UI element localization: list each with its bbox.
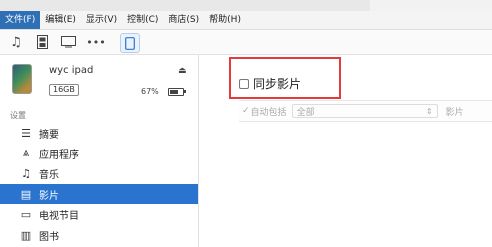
- film-icon[interactable]: [33, 33, 51, 51]
- auto-include-row: ✓ 自动包括 全部 ⇕ 影片: [239, 100, 492, 122]
- device-name: wyc ipad: [49, 65, 94, 76]
- movies-pane: 同步影片 ✓ 自动包括 全部 ⇕ 影片: [199, 55, 492, 247]
- sidebar-item-label: 图书: [39, 231, 59, 243]
- settings-section-label: 设置: [10, 111, 26, 120]
- menu-file[interactable]: 文件(F): [0, 11, 41, 29]
- auto-include-select[interactable]: 全部 ⇕: [291, 104, 438, 118]
- ipad-thumbnail: [12, 64, 32, 94]
- sidebar-item-movies[interactable]: ▤ 影片: [0, 184, 198, 204]
- menu-edit[interactable]: 编辑(E): [40, 11, 81, 29]
- music-note-icon[interactable]: ♫: [7, 33, 25, 51]
- sidebar-item-label: 音乐: [39, 169, 59, 181]
- menu-view[interactable]: 显示(V): [81, 11, 122, 29]
- apps-icon: ⩓: [22, 146, 30, 159]
- movies-suffix-label: 影片: [445, 107, 464, 118]
- sidebar-item-tv-shows[interactable]: ▭ 电视节目: [0, 204, 198, 224]
- sync-movies-row[interactable]: 同步影片: [239, 75, 301, 92]
- tv-icon[interactable]: [59, 33, 77, 51]
- auto-include-checkmark-icon[interactable]: ✓: [242, 106, 250, 116]
- menu-controls[interactable]: 控制(C): [122, 11, 163, 29]
- sidebar: wyc ipad 16GB ⏏ 67% 设置 ☰ 摘要 ⩓ 应用程序 ♫ 音乐 …: [0, 55, 199, 247]
- media-toolbar: ♫ •••: [0, 30, 492, 55]
- music-note-icon: ♫: [21, 166, 31, 180]
- sidebar-item-books[interactable]: ▥ 图书: [0, 225, 198, 245]
- sidebar-item-label: 电视节目: [39, 210, 79, 222]
- select-arrows-icon: ⇕: [425, 106, 433, 116]
- auto-include-value: 全部: [296, 107, 315, 118]
- sidebar-item-label: 影片: [39, 190, 59, 202]
- sync-movies-checkbox[interactable]: [239, 78, 249, 89]
- battery-fill: [170, 90, 179, 94]
- sidebar-item-label: 摘要: [39, 129, 59, 141]
- window-titlebar: [0, 0, 492, 11]
- sidebar-item-label: 应用程序: [39, 149, 79, 161]
- tv-icon: ▭: [20, 207, 32, 221]
- ipad-device-icon[interactable]: [120, 33, 140, 53]
- battery-percent: 67%: [141, 87, 159, 96]
- battery-icon: [168, 88, 184, 96]
- film-icon: ▤: [20, 187, 32, 201]
- menu-help[interactable]: 帮助(H): [204, 11, 246, 29]
- menu-bar: 文件(F) 编辑(E) 显示(V) 控制(C) 商店(S) 帮助(H): [0, 11, 492, 30]
- book-icon: ▥: [20, 228, 32, 242]
- menu-store[interactable]: 商店(S): [163, 11, 204, 29]
- sidebar-item-music[interactable]: ♫ 音乐: [0, 163, 198, 183]
- capacity-badge: 16GB: [49, 84, 79, 96]
- eject-icon[interactable]: ⏏: [178, 66, 187, 76]
- more-icon[interactable]: •••: [86, 33, 105, 51]
- device-summary[interactable]: wyc ipad 16GB ⏏ 67%: [8, 60, 194, 100]
- sync-movies-label[interactable]: 同步影片: [253, 75, 301, 92]
- summary-icon: ☰: [21, 126, 31, 140]
- titlebar-right-area: [370, 0, 492, 11]
- sidebar-item-apps[interactable]: ⩓ 应用程序: [0, 143, 198, 163]
- sidebar-item-summary[interactable]: ☰ 摘要: [0, 123, 198, 143]
- battery-cap: [184, 90, 186, 93]
- auto-include-label: 自动包括: [250, 107, 287, 118]
